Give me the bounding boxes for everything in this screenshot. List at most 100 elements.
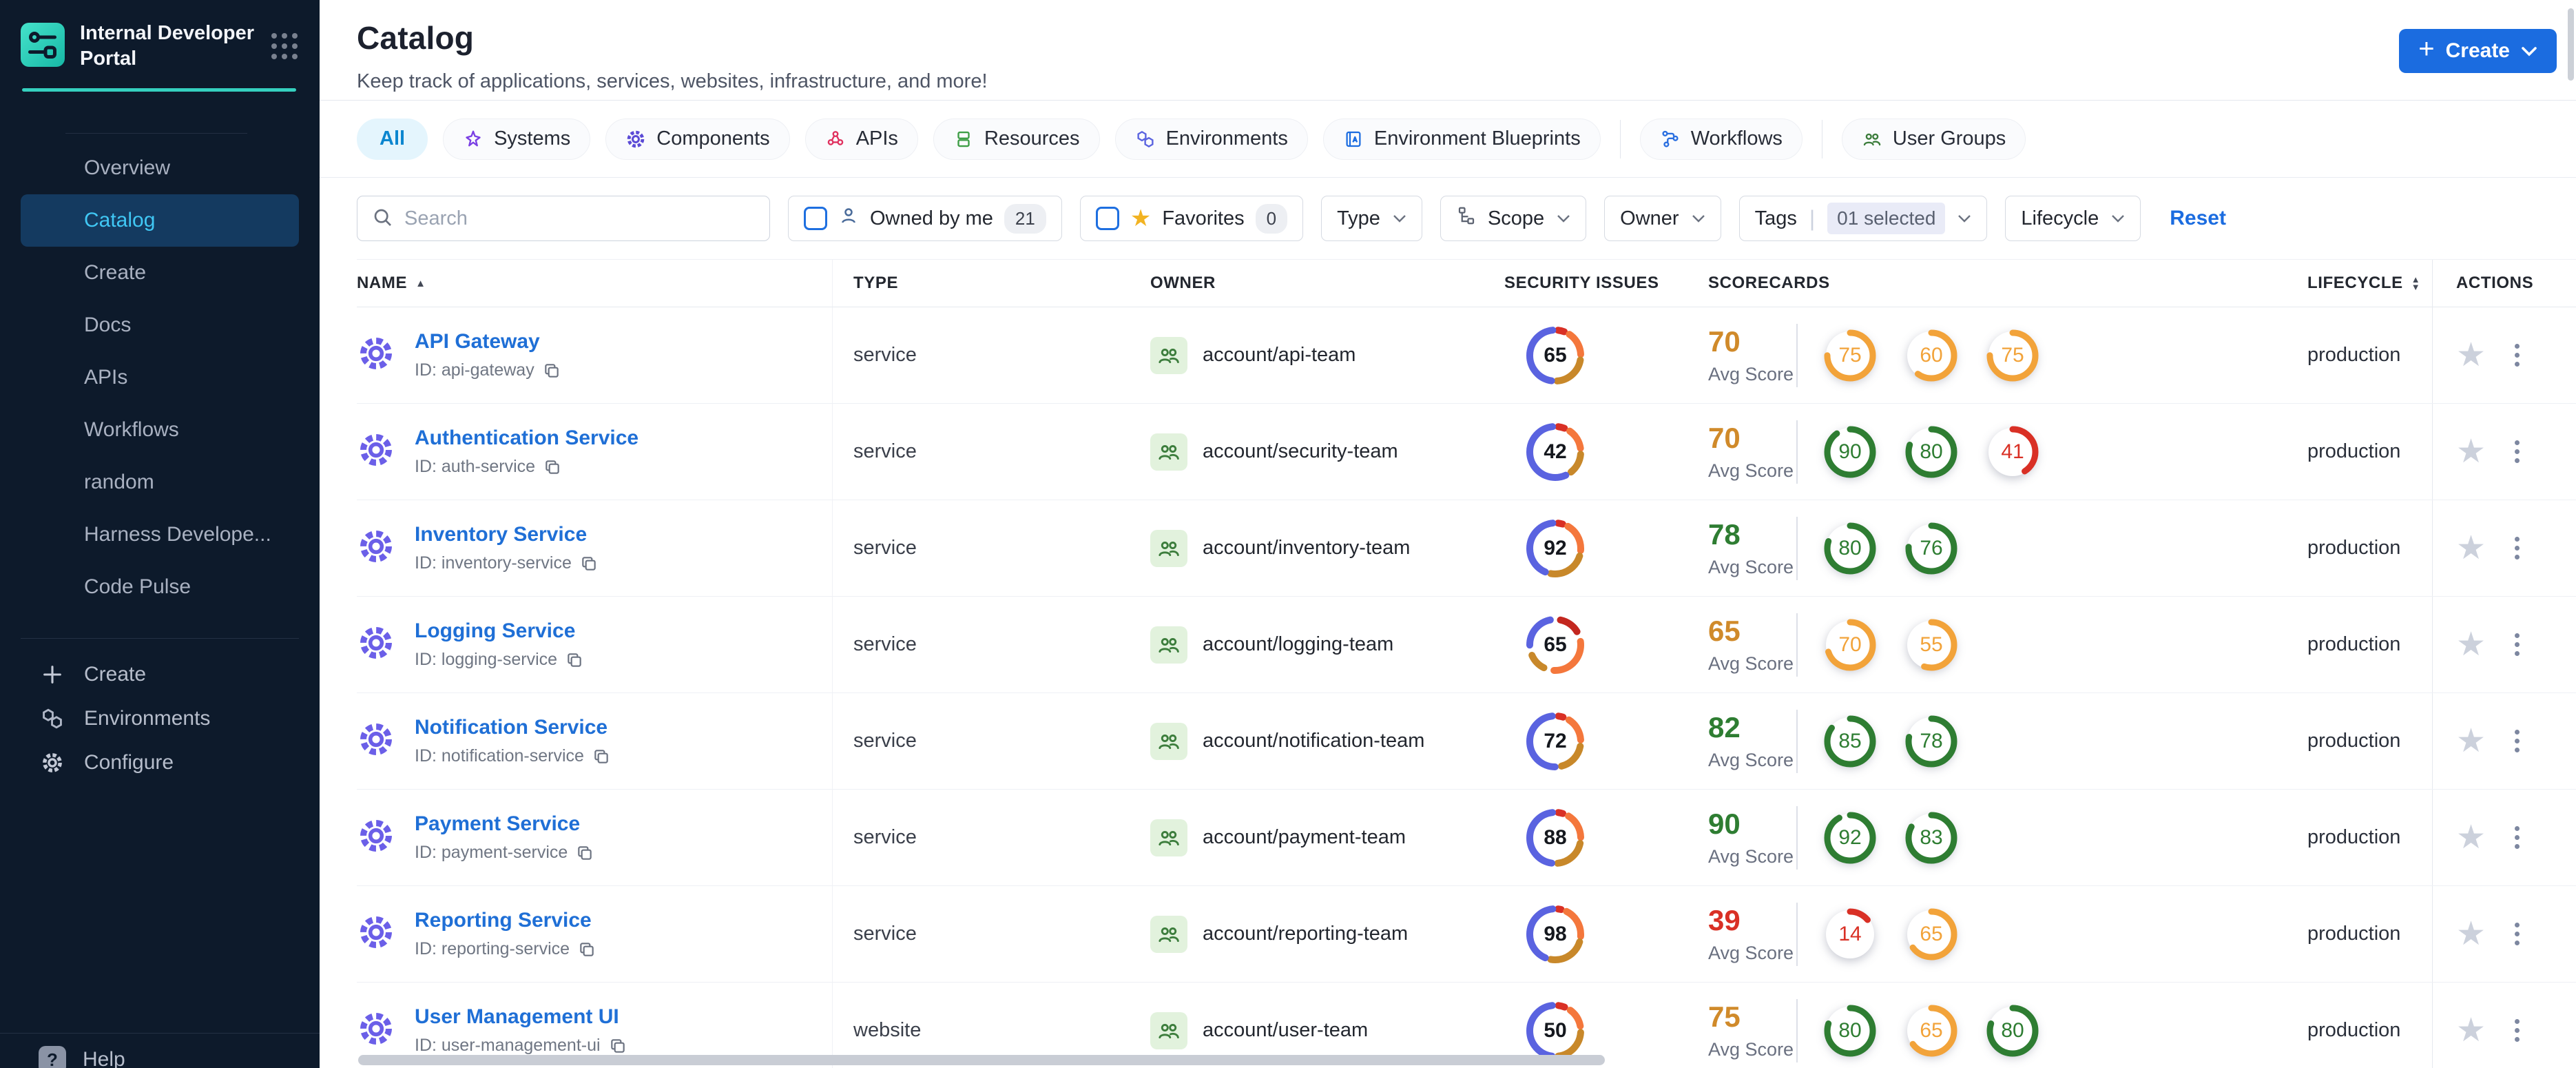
tab-environment-blueprints[interactable]: Environment Blueprints	[1322, 118, 1601, 160]
reset-button[interactable]: Reset	[2170, 207, 2226, 230]
tab-all[interactable]: All	[357, 118, 428, 160]
tab-components[interactable]: Components	[605, 118, 790, 160]
scorecard-ring[interactable]: 80	[1820, 518, 1880, 579]
favorite-star-button[interactable]: ★	[2456, 435, 2486, 469]
scorecard-ring[interactable]: 75	[1982, 325, 2043, 386]
owned-by-me-checkbox[interactable]	[804, 207, 827, 230]
scorecard-ring[interactable]: 65	[1901, 1000, 1962, 1061]
favorite-star-button[interactable]: ★	[2456, 724, 2486, 758]
sidebar-item-environments[interactable]: Environments	[0, 697, 320, 741]
sidebar-item-configure[interactable]: Configure	[0, 741, 320, 785]
security-issues-donut[interactable]: 65	[1522, 612, 1588, 678]
favorites-filter[interactable]: ★ Favorites 0	[1079, 196, 1304, 241]
scorecard-ring[interactable]: 70	[1820, 615, 1880, 675]
tags-dropdown[interactable]: Tags | 01 selected	[1738, 196, 1988, 241]
copy-icon[interactable]	[592, 748, 610, 766]
type-dropdown[interactable]: Type	[1321, 196, 1422, 241]
favorite-star-button[interactable]: ★	[2456, 531, 2486, 565]
column-header-lifecycle[interactable]: LIFECYCLE ▲ ▼	[2273, 260, 2432, 307]
apps-grid-icon[interactable]	[271, 33, 298, 59]
entity-name-link[interactable]: Logging Service	[415, 619, 583, 643]
tab-user-groups[interactable]: User Groups	[1841, 118, 2026, 160]
security-issues-donut[interactable]: 65	[1522, 322, 1588, 389]
sidebar-item-create[interactable]: Create	[21, 247, 299, 299]
row-menu-button[interactable]	[2511, 822, 2524, 853]
entity-name-link[interactable]: User Management UI	[415, 1005, 627, 1029]
scorecard-ring[interactable]: 85	[1820, 711, 1880, 772]
scorecard-ring[interactable]: 78	[1901, 711, 1962, 772]
row-menu-button[interactable]	[2511, 340, 2524, 371]
sidebar-item-code-pulse[interactable]: Code Pulse	[21, 561, 299, 613]
vertical-scrollbar[interactable]	[2568, 8, 2574, 81]
row-menu-button[interactable]	[2511, 1015, 2524, 1046]
tab-environments[interactable]: Environments	[1114, 118, 1308, 160]
copy-icon[interactable]	[609, 1037, 627, 1055]
favorite-star-button[interactable]: ★	[2456, 1014, 2486, 1047]
scorecard-ring[interactable]: 14	[1820, 904, 1880, 965]
entity-id: ID: reporting-service	[415, 939, 596, 959]
horizontal-scrollbar[interactable]	[358, 1055, 1605, 1065]
scorecard-ring[interactable]: 92	[1820, 808, 1880, 868]
security-issues-donut[interactable]: 72	[1522, 708, 1588, 774]
owned-by-me-filter[interactable]: Owned by me 21	[788, 196, 1062, 241]
copy-icon[interactable]	[543, 362, 561, 380]
scorecard-ring[interactable]: 60	[1901, 325, 1962, 386]
column-header-name[interactable]: NAME ▲	[357, 260, 833, 307]
tab-workflows[interactable]: Workflows	[1639, 118, 1803, 160]
security-issues-donut[interactable]: 42	[1522, 419, 1588, 485]
entity-name-link[interactable]: Authentication Service	[415, 427, 638, 450]
tab-resources[interactable]: Resources	[933, 118, 1100, 160]
scorecard-ring[interactable]: 83	[1901, 808, 1962, 868]
scorecard-ring[interactable]: 80	[1982, 1000, 2043, 1061]
security-issues-donut[interactable]: 92	[1522, 515, 1588, 582]
scope-dropdown[interactable]: Scope	[1440, 196, 1587, 241]
copy-icon[interactable]	[565, 651, 583, 669]
favorite-star-button[interactable]: ★	[2456, 917, 2486, 951]
scorecard-ring[interactable]: 41	[1982, 422, 2043, 482]
sidebar-item-apis[interactable]: APIs	[21, 351, 299, 404]
favorite-star-button[interactable]: ★	[2456, 628, 2486, 661]
sidebar-item-overview[interactable]: Overview	[21, 142, 299, 194]
scorecard-ring[interactable]: 65	[1901, 904, 1962, 965]
row-menu-button[interactable]	[2511, 726, 2524, 757]
scorecard-ring[interactable]: 75	[1820, 325, 1880, 386]
security-issues-donut[interactable]: 88	[1522, 805, 1588, 871]
scorecard-ring[interactable]: 76	[1901, 518, 1962, 579]
favorite-star-button[interactable]: ★	[2456, 338, 2486, 372]
owner-dropdown[interactable]: Owner	[1604, 196, 1721, 241]
scorecard-ring[interactable]: 55	[1901, 615, 1962, 675]
lifecycle-dropdown[interactable]: Lifecycle	[2005, 196, 2141, 241]
entity-name-link[interactable]: Notification Service	[415, 716, 610, 739]
tab-apis[interactable]: APIs	[804, 118, 918, 160]
favorites-checkbox[interactable]	[1095, 207, 1119, 230]
sidebar-item-harness-develope[interactable]: Harness Develope...	[21, 509, 299, 561]
copy-icon[interactable]	[578, 941, 596, 958]
sidebar-item-workflows[interactable]: Workflows	[21, 404, 299, 456]
entity-name-link[interactable]: Reporting Service	[415, 909, 596, 932]
scorecard-ring[interactable]: 90	[1820, 422, 1880, 482]
row-menu-button[interactable]	[2511, 629, 2524, 660]
favorite-star-button[interactable]: ★	[2456, 821, 2486, 854]
create-button[interactable]: + Create	[2399, 29, 2557, 73]
sidebar-item-random[interactable]: random	[21, 456, 299, 509]
sidebar-item-docs[interactable]: Docs	[21, 299, 299, 351]
security-issues-donut[interactable]: 50	[1522, 998, 1588, 1064]
tab-systems[interactable]: Systems	[443, 118, 591, 160]
row-menu-button[interactable]	[2511, 918, 2524, 949]
row-menu-button[interactable]	[2511, 533, 2524, 564]
copy-icon[interactable]	[576, 844, 594, 862]
sidebar-item-create[interactable]: Create	[0, 653, 320, 697]
sidebar-item-catalog[interactable]: Catalog	[21, 194, 299, 247]
entity-name-link[interactable]: Payment Service	[415, 812, 594, 836]
entity-name-link[interactable]: Inventory Service	[415, 523, 598, 546]
copy-icon[interactable]	[543, 458, 561, 476]
copy-icon[interactable]	[580, 555, 598, 573]
sidebar-item-help[interactable]: ? Help	[0, 1034, 320, 1068]
lifecycle-cell: production	[2307, 1019, 2401, 1041]
scorecard-ring[interactable]: 80	[1820, 1000, 1880, 1061]
search-input[interactable]	[404, 207, 756, 230]
scorecard-ring[interactable]: 80	[1901, 422, 1962, 482]
row-menu-button[interactable]	[2511, 436, 2524, 467]
entity-name-link[interactable]: API Gateway	[415, 330, 561, 353]
security-issues-donut[interactable]: 98	[1522, 901, 1588, 967]
